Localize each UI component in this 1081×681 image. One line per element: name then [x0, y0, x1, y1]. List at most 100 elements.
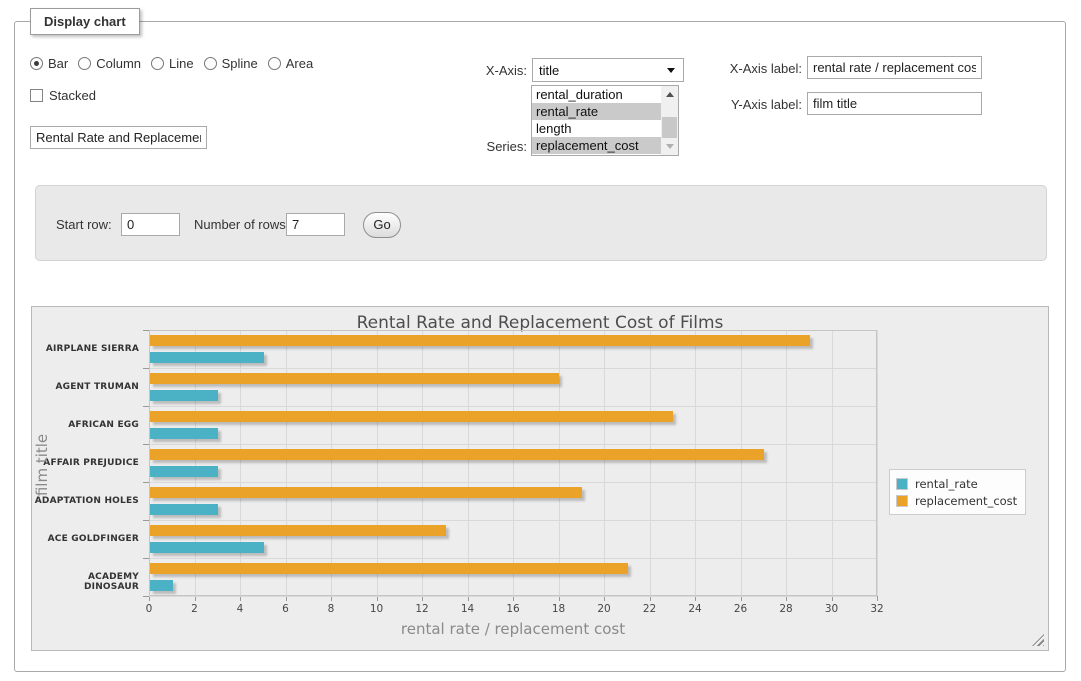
gridline-horizontal [149, 520, 877, 521]
x-tickmark [877, 596, 878, 601]
bar-rental-rate-agent-truman [150, 390, 218, 401]
scroll-up-button[interactable] [661, 86, 678, 103]
x-tick-label: 32 [870, 603, 883, 615]
resize-handle-icon[interactable] [1032, 634, 1044, 646]
radio-icon[interactable] [78, 57, 91, 70]
radio-icon[interactable] [204, 57, 217, 70]
legend-label: replacement_cost [915, 494, 1017, 508]
start-row-label: Start row: [56, 217, 112, 232]
gridline-horizontal [149, 330, 877, 331]
chart-type-radio-area[interactable]: Area [268, 56, 313, 71]
radio-label: Bar [48, 56, 68, 71]
x-axis-label-caption: X-Axis label: [712, 61, 802, 76]
legend-swatch-icon [896, 495, 908, 507]
category-label-academy-dinosaur: ACADEMY DINOSAUR [32, 572, 139, 592]
y-tickmark [143, 368, 149, 369]
bar-replacement-cost-african-egg [150, 411, 673, 422]
x-tick-label: 30 [825, 603, 838, 615]
x-axis-select-value: title [539, 63, 667, 78]
bar-rental-rate-adaptation-holes [150, 504, 218, 515]
chart-legend: rental_rate replacement_cost [889, 469, 1026, 515]
bar-rental-rate-airplane-sierra [150, 352, 264, 363]
chart-type-radio-line[interactable]: Line [151, 56, 194, 71]
gridline-vertical [195, 330, 196, 596]
bar-rental-rate-ace-goldfinger [150, 542, 264, 553]
x-tick-label: 0 [146, 603, 153, 615]
radio-icon[interactable] [30, 57, 43, 70]
series-option-replacement-cost[interactable]: replacement_cost [532, 137, 661, 154]
x-tick-label: 24 [688, 603, 701, 615]
stacked-label: Stacked [49, 88, 96, 103]
series-option-length[interactable]: length [532, 120, 661, 137]
radio-icon[interactable] [151, 57, 164, 70]
x-tick-label: 8 [328, 603, 335, 615]
dropdown-arrow-icon [667, 68, 675, 73]
chart-type-radio-group: Bar Column Line Spline Area [30, 56, 323, 71]
chart-y-axis-title: film title [33, 395, 51, 535]
x-tick-label: 14 [461, 603, 474, 615]
go-button[interactable]: Go [363, 212, 401, 238]
chart-type-radio-column[interactable]: Column [78, 56, 141, 71]
radio-label: Column [96, 56, 141, 71]
x-tick-label: 28 [779, 603, 792, 615]
listbox-scrollbar[interactable] [661, 86, 678, 155]
bar-replacement-cost-affair-prejudice [150, 449, 764, 460]
x-axis-select[interactable]: title [532, 58, 684, 82]
bar-replacement-cost-airplane-sierra [150, 335, 810, 346]
stacked-checkbox[interactable] [30, 89, 43, 102]
radio-label: Line [169, 56, 194, 71]
x-tick-label: 16 [506, 603, 519, 615]
series-option-rental-rate[interactable]: rental_rate [532, 103, 661, 120]
radio-label: Spline [222, 56, 258, 71]
gridline-vertical [741, 330, 742, 596]
gridline-vertical [695, 330, 696, 596]
chart-title-input[interactable] [30, 126, 207, 149]
x-tick-label: 26 [734, 603, 747, 615]
x-tick-label: 12 [415, 603, 428, 615]
y-tickmark [143, 482, 149, 483]
radio-icon[interactable] [268, 57, 281, 70]
gridline-vertical [877, 330, 878, 596]
gridline-vertical [240, 330, 241, 596]
gridline-vertical [377, 330, 378, 596]
bar-replacement-cost-adaptation-holes [150, 487, 582, 498]
series-listbox[interactable]: rental_durationrental_ratelengthreplacem… [531, 85, 679, 156]
scroll-down-button[interactable] [661, 138, 678, 155]
chart-type-radio-spline[interactable]: Spline [204, 56, 258, 71]
radio-label: Area [286, 56, 313, 71]
bar-rental-rate-affair-prejudice [150, 466, 218, 477]
chart-type-radio-bar[interactable]: Bar [30, 56, 68, 71]
y-tickmark [143, 444, 149, 445]
y-tickmark [143, 330, 149, 331]
scroll-down-icon [666, 144, 674, 149]
gridline-vertical [149, 330, 150, 596]
gridline-horizontal [149, 482, 877, 483]
start-row-input[interactable] [121, 213, 180, 236]
gridline-horizontal [149, 596, 877, 597]
number-of-rows-input[interactable] [286, 213, 345, 236]
gridline-vertical [286, 330, 287, 596]
series-option-rental-duration[interactable]: rental_duration [532, 86, 661, 103]
x-tick-label: 6 [282, 603, 289, 615]
bar-chart-container: Rental Rate and Replacement Cost of Film… [31, 306, 1049, 651]
gridline-vertical [786, 330, 787, 596]
y-axis-label-input[interactable] [807, 92, 982, 115]
series-list-label: Series: [446, 139, 527, 154]
number-of-rows-label: Number of rows: [194, 217, 289, 232]
gridline-vertical [422, 330, 423, 596]
x-tick-label: 2 [191, 603, 198, 615]
bar-replacement-cost-academy-dinosaur [150, 563, 628, 574]
bar-replacement-cost-ace-goldfinger [150, 525, 446, 536]
category-label-ace-goldfinger: ACE GOLDFINGER [32, 534, 139, 544]
chart-x-axis-title: rental rate / replacement cost [149, 620, 877, 638]
bar-rental-rate-african-egg [150, 428, 218, 439]
legend-label: rental_rate [915, 477, 978, 491]
y-tickmark [143, 558, 149, 559]
x-axis-label-input[interactable] [807, 56, 982, 79]
scrollbar-thumb[interactable] [662, 117, 677, 139]
x-tick-label: 22 [643, 603, 656, 615]
row-controls-panel: Start row: Number of rows: Go [35, 185, 1047, 261]
gridline-vertical [650, 330, 651, 596]
legend-swatch-icon [896, 478, 908, 490]
stacked-checkbox-row[interactable]: Stacked [30, 88, 96, 103]
